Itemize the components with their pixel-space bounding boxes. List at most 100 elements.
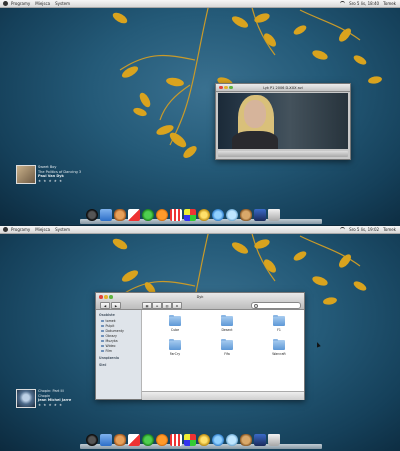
back-button[interactable]: ◀ — [100, 302, 110, 309]
clover-icon[interactable] — [142, 209, 154, 221]
sidebar-item-home[interactable]: tomek — [101, 319, 116, 323]
music-icon — [101, 339, 104, 343]
column-view-button[interactable]: ▥ — [162, 302, 172, 309]
menu-system[interactable]: System — [55, 1, 70, 6]
star-icon[interactable] — [198, 434, 210, 446]
home-icon — [101, 319, 104, 323]
wifi-icon[interactable] — [340, 1, 346, 6]
clapper-icon[interactable] — [254, 209, 266, 221]
window-titlebar[interactable]: Lyk P1 2006 D-XXX avi — [216, 84, 350, 92]
face-icon[interactable] — [226, 434, 238, 446]
status-bar — [142, 391, 304, 400]
sidebar-section-network: Sieć — [99, 363, 107, 367]
puzzle-icon[interactable] — [184, 434, 196, 446]
menu-miejsca[interactable]: Miejsca — [35, 1, 50, 6]
apple-icon[interactable] — [3, 1, 8, 6]
popcorn-icon[interactable] — [170, 434, 182, 446]
pumpkin-icon[interactable] — [156, 209, 168, 221]
deer-icon[interactable] — [240, 209, 252, 221]
search-field[interactable] — [251, 302, 301, 309]
folder-item[interactable]: Cube — [160, 314, 190, 338]
cards-icon[interactable] — [128, 209, 140, 221]
rating-stars[interactable]: ★ ★ ★ ★ ★ — [38, 403, 63, 407]
folder-icon — [169, 314, 181, 326]
menu-user[interactable]: Tomek — [383, 1, 396, 6]
trash-icon[interactable] — [268, 209, 280, 221]
folder-icon — [273, 314, 285, 326]
window-toolbar[interactable]: Dyk ◀ ▶ ▦ ≡ ▥ ⚙ — [96, 293, 304, 310]
now-playing-widget: Sweet Boy The Politics of Dancing 3 Paul… — [16, 165, 96, 185]
menu-clock[interactable]: Sro 5 lis, 19:02 — [349, 227, 379, 232]
menu-system[interactable]: System — [55, 227, 70, 232]
sidebar: Osobiste tomek Pulpit Dokumenty Obrazy M… — [96, 310, 142, 399]
pictures-icon — [101, 334, 104, 338]
folder-item[interactable]: FarCry — [160, 338, 190, 362]
deer-icon[interactable] — [240, 434, 252, 446]
action-gear-icon[interactable]: ⚙ — [172, 302, 182, 309]
menu-miejsca[interactable]: Miejsca — [35, 227, 50, 232]
folder-grid: Cube Desect F1 FarCry Fifa Warcraft — [142, 310, 304, 390]
globe-icon[interactable] — [212, 434, 224, 446]
face-icon[interactable] — [226, 209, 238, 221]
sidebar-item-video[interactable]: Wideo — [101, 344, 115, 348]
film-icon — [101, 349, 104, 353]
rating-stars[interactable]: ★ ★ ★ ★ ★ — [38, 179, 63, 183]
forward-button[interactable]: ▶ — [111, 302, 121, 309]
video-frame[interactable] — [218, 93, 348, 149]
finder-icon[interactable] — [100, 209, 112, 221]
menu-bar: Programy Miejsca System Sro 5 lis, 19:02… — [0, 226, 400, 234]
menu-programy[interactable]: Programy — [11, 1, 30, 6]
trash-icon[interactable] — [268, 434, 280, 446]
album-art — [16, 165, 36, 184]
menu-bar: Programy Miejsca System Sro 5 lis, 18:40… — [0, 0, 400, 8]
folder-icon — [169, 338, 181, 350]
cards-icon[interactable] — [128, 434, 140, 446]
star-icon[interactable] — [198, 209, 210, 221]
apple-icon[interactable] — [3, 227, 8, 232]
folder-icon — [221, 314, 233, 326]
sidebar-item-film[interactable]: Film — [101, 349, 112, 353]
dock — [80, 429, 322, 449]
desktop-screen-1: Programy Miejsca System Sro 5 lis, 18:40… — [0, 0, 400, 225]
list-view-button[interactable]: ≡ — [152, 302, 162, 309]
folder-item[interactable]: Desect — [212, 314, 242, 338]
menu-clock[interactable]: Sro 5 lis, 18:40 — [349, 1, 379, 6]
playback-controls[interactable] — [218, 151, 348, 157]
menu-user[interactable]: Tomek — [383, 227, 396, 232]
folder-icon — [221, 338, 233, 350]
globe-icon[interactable] — [212, 209, 224, 221]
bomb-icon[interactable] — [86, 434, 98, 446]
dock — [80, 204, 322, 224]
wifi-icon[interactable] — [340, 227, 346, 232]
sidebar-section-personal: Osobiste — [99, 313, 115, 317]
video-person-face — [244, 100, 266, 128]
search-icon — [253, 303, 258, 309]
window-title: Dyk — [196, 295, 204, 299]
desktop-screen-2: Programy Miejsca System Sro 5 lis, 19:02… — [0, 226, 400, 451]
sidebar-item-music[interactable]: Muzyka — [101, 339, 118, 343]
clapper-icon[interactable] — [254, 434, 266, 446]
documents-icon — [101, 329, 104, 333]
artist-name: Paul Van Dyk — [38, 174, 64, 178]
clover-icon[interactable] — [142, 434, 154, 446]
folder-item[interactable]: Fifa — [212, 338, 242, 362]
sidebar-item-pictures[interactable]: Obrazy — [101, 334, 117, 338]
folder-item[interactable]: F1 — [264, 314, 294, 338]
finder-icon[interactable] — [100, 434, 112, 446]
folder-icon — [273, 338, 285, 350]
puzzle-icon[interactable] — [184, 209, 196, 221]
folder-item[interactable]: Warcraft — [264, 338, 294, 362]
icon-view-button[interactable]: ▦ — [142, 302, 152, 309]
cat-icon[interactable] — [114, 434, 126, 446]
cat-icon[interactable] — [114, 209, 126, 221]
sidebar-item-documents[interactable]: Dokumenty — [101, 329, 124, 333]
sidebar-item-desktop[interactable]: Pulpit — [101, 324, 114, 328]
popcorn-icon[interactable] — [170, 209, 182, 221]
pumpkin-icon[interactable] — [156, 434, 168, 446]
video-person-body — [232, 131, 278, 149]
video-icon — [101, 344, 104, 348]
quicktime-window[interactable]: Lyk P1 2006 D-XXX avi — [215, 83, 351, 160]
finder-window[interactable]: Dyk ◀ ▶ ▦ ≡ ▥ ⚙ Osobiste tomek Pulpit Do… — [95, 292, 305, 400]
bomb-icon[interactable] — [86, 209, 98, 221]
menu-programy[interactable]: Programy — [11, 227, 30, 232]
